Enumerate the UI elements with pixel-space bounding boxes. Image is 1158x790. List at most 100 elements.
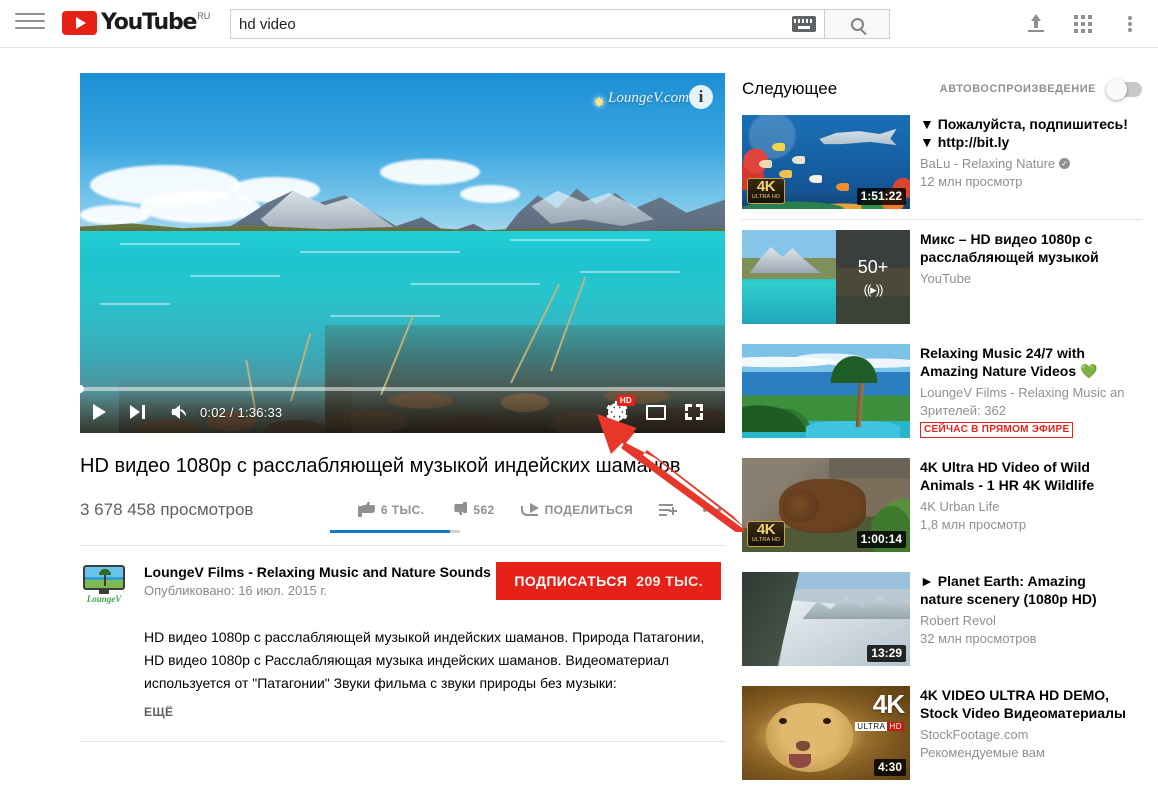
keyboard-icon[interactable] — [792, 16, 816, 33]
divider — [80, 741, 725, 742]
youtube-logo[interactable]: YouTube RU — [62, 10, 210, 37]
hamburger-menu-icon[interactable] — [15, 13, 45, 35]
show-more-button[interactable]: ЕЩЁ — [144, 705, 725, 719]
list-item-channel: Robert Revol — [920, 613, 1132, 628]
search-button[interactable] — [825, 9, 890, 39]
list-item-views: 32 млн просмотров — [920, 631, 1132, 646]
theater-mode-button[interactable] — [637, 391, 675, 433]
duration-badge: 13:29 — [867, 645, 906, 662]
info-icon[interactable]: i — [689, 85, 713, 109]
hd-quality-badge: HD — [617, 395, 635, 406]
badge-4k-text: 4K — [748, 522, 784, 537]
list-item-title: 4K VIDEO ULTRA HD DEMO, Stock Video Виде… — [920, 686, 1132, 722]
list-item-channel: StockFootage.com — [920, 727, 1132, 742]
autoplay-label: АВТОВОСПРОИЗВЕДЕНИЕ — [940, 83, 1096, 95]
like-button[interactable]: 6 ТЫС. — [358, 502, 425, 518]
share-icon — [521, 503, 539, 517]
thumbnail[interactable]: 4K ULTRAHD 4:30 — [742, 686, 910, 780]
list-item-channel: YouTube — [920, 271, 1132, 286]
masthead: YouTube RU — [0, 0, 1158, 48]
autoplay-control[interactable]: АВТОВОСПРОИЗВЕДЕНИЕ — [940, 82, 1142, 97]
more-vertical-icon[interactable] — [1118, 12, 1142, 36]
divider — [80, 545, 725, 546]
verified-icon: ✓ — [1059, 158, 1070, 169]
channel-name[interactable]: LoungeV Films - Relaxing Music and Natur… — [144, 564, 491, 580]
autoplay-toggle[interactable] — [1106, 82, 1142, 97]
thumbnail[interactable]: 50+ ((▸)) — [742, 230, 910, 324]
video-player[interactable]: ✸ LoungeV.com i 0:02 / 1:36:33 HD — [80, 73, 725, 433]
badge-4k-hd: HD — [887, 722, 904, 731]
search-input[interactable] — [239, 11, 779, 37]
list-item-meta: 4K VIDEO ULTRA HD DEMO, Stock Video Виде… — [920, 686, 1132, 780]
channel-label: YouTube — [920, 271, 971, 286]
video-description: HD видео 1080p с расслабляющей музыкой и… — [144, 626, 722, 695]
list-item-title: Микс – HD видео 1080p с расслабляющей му… — [920, 230, 1132, 266]
badge-4k-ultra: ULTRA — [855, 722, 887, 731]
up-next-title: Следующее — [742, 79, 837, 99]
badge-4k-text: 4K — [748, 179, 784, 194]
cloud — [380, 159, 480, 185]
thumbnail-art: 50+ ((▸)) — [742, 230, 910, 324]
page-title: HD видео 1080p с расслабляющей музыкой и… — [80, 453, 725, 479]
list-item-title: Relaxing Music 24/7 with Amazing Nature … — [920, 344, 1132, 380]
search-icon — [851, 18, 864, 31]
thumbnail[interactable]: 4K ULTRA HD 1:00:14 — [742, 458, 910, 552]
list-item[interactable]: 4K ULTRA HD 1:51:22 ▼ Пожалуйста, подпиш… — [742, 105, 1142, 219]
header-actions — [1024, 0, 1142, 48]
list-item-meta: Relaxing Music 24/7 with Amazing Nature … — [920, 344, 1132, 438]
list-item-views: 1,8 млн просмотр — [920, 517, 1132, 532]
subscribe-label: ПОДПИСАТЬСЯ — [514, 573, 627, 589]
settings-gear-button[interactable]: HD — [597, 391, 637, 433]
theater-icon — [646, 405, 666, 420]
like-ratio-fill — [330, 530, 450, 533]
thumbnail[interactable]: 13:29 — [742, 572, 910, 666]
list-item-channel: 4K Urban Life — [920, 499, 1132, 514]
volume-button[interactable] — [156, 391, 194, 433]
list-item[interactable]: 4K ULTRA HD 1:00:14 4K Ultra HD Video of… — [742, 448, 1142, 562]
mix-icon: ((▸)) — [864, 282, 883, 298]
cloud — [80, 205, 150, 225]
like-count: 6 ТЫС. — [381, 503, 425, 517]
search-form — [230, 9, 890, 39]
like-ratio-bar — [330, 530, 460, 533]
avatar[interactable]: LoungeV — [80, 564, 128, 604]
duration-badge: 1:51:22 — [857, 188, 906, 205]
logo-wordmark: YouTube — [101, 10, 196, 35]
player-controls: 0:02 / 1:36:33 HD — [80, 391, 725, 433]
list-item[interactable]: Relaxing Music 24/7 with Amazing Nature … — [742, 334, 1142, 448]
thumbnail[interactable] — [742, 344, 910, 438]
badge-4k: 4K ULTRA HD — [747, 521, 785, 547]
channel-label: 4K Urban Life — [920, 499, 1000, 514]
next-video-button[interactable] — [118, 391, 156, 433]
add-to-playlist-button[interactable] — [659, 503, 677, 517]
upload-icon[interactable] — [1024, 12, 1048, 36]
list-item-meta: Микс – HD видео 1080p с расслабляющей му… — [920, 230, 1132, 324]
more-actions-button[interactable] — [703, 507, 725, 513]
list-item[interactable]: 50+ ((▸)) Микс – HD видео 1080p с рассла… — [742, 220, 1142, 334]
badge-4k-sub: ULTRA HD — [748, 194, 784, 201]
play-button[interactable] — [80, 391, 118, 433]
list-item-views: Рекомендуемые вам — [920, 745, 1132, 760]
thumbnail[interactable]: 4K ULTRA HD 1:51:22 — [742, 115, 910, 209]
list-item[interactable]: 4K ULTRAHD 4:30 4K VIDEO ULTRA HD DEMO, … — [742, 676, 1142, 790]
list-item-channel: BaLu - Relaxing Nature ✓ — [920, 156, 1132, 171]
video-actions: 6 ТЫС. 562 ПОДЕЛИТЬСЯ — [332, 502, 725, 518]
list-item-views: 12 млн просмотр — [920, 174, 1132, 189]
fullscreen-button[interactable] — [675, 391, 713, 433]
menu-line — [15, 13, 45, 15]
dislike-button[interactable]: 562 — [450, 502, 494, 518]
more-horizontal-icon — [703, 507, 725, 513]
subscribe-button[interactable]: ПОДПИСАТЬСЯ 209 ТЫС. — [496, 562, 721, 600]
list-item-title: ► Planet Earth: Amazing nature scenery (… — [920, 572, 1132, 608]
menu-line — [15, 20, 45, 22]
subscriber-count: 209 ТЫС. — [636, 573, 703, 589]
list-item[interactable]: 13:29 ► Planet Earth: Amazing nature sce… — [742, 562, 1142, 676]
apps-grid-icon[interactable] — [1074, 15, 1092, 33]
channel-label: LoungeV Films - Relaxing Music an — [920, 385, 1124, 400]
share-button[interactable]: ПОДЕЛИТЬСЯ — [521, 503, 633, 517]
player-right-controls: HD — [597, 391, 725, 433]
channel-label: BaLu - Relaxing Nature — [920, 156, 1055, 171]
thumb-up-icon — [358, 502, 375, 518]
search-box[interactable] — [230, 9, 825, 39]
menu-line — [15, 27, 45, 29]
